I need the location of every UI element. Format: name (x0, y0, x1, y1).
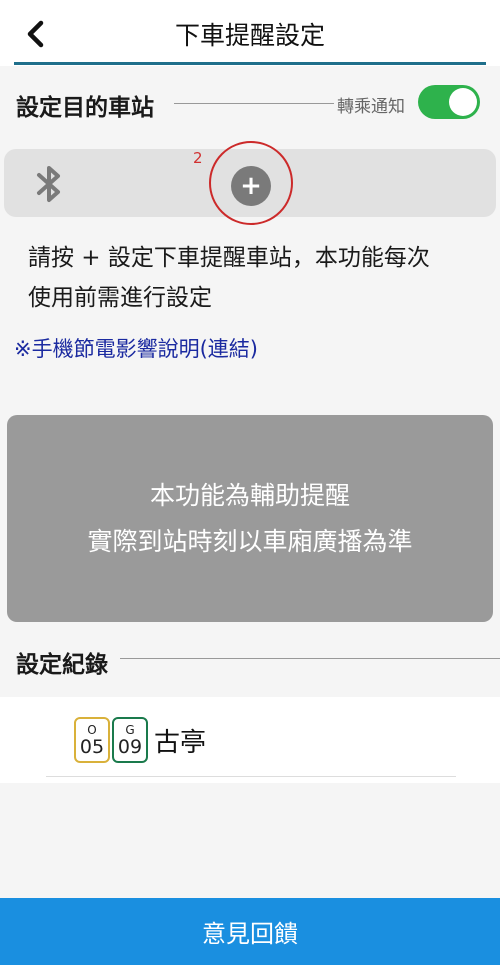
instruction-text: 請按 + 設定下車提醒車站，本功能每次 使用前需進行設定 (28, 238, 488, 318)
history-title: 設定紀錄 (16, 652, 108, 678)
instruction-line-2: 使用前需進行設定 (28, 285, 212, 311)
page-title: 下車提醒設定 (174, 21, 325, 50)
history-record[interactable]: O 05 G 09 古亭 (74, 717, 206, 763)
notice-line-2: 實際到站時刻以車廂廣播為準 (87, 526, 413, 556)
line-badge-orange: O 05 (74, 717, 110, 763)
bluetooth-icon (37, 166, 60, 202)
badge-line-code: O (87, 723, 97, 737)
feedback-button[interactable]: 意見回饋 (0, 898, 500, 965)
header-underline (14, 62, 486, 65)
record-divider (46, 776, 456, 777)
highlight-circle (209, 141, 293, 225)
notice-box: 本功能為輔助提醒 實際到站時刻以車廂廣播為準 (7, 415, 493, 622)
line-badge-green: G 09 (112, 717, 148, 763)
highlight-number: 2 (193, 149, 203, 167)
badge-line-code: G (125, 723, 135, 737)
badge-number: 05 (79, 736, 105, 758)
history-divider (120, 658, 500, 659)
toggle-knob (449, 88, 477, 116)
transfer-notification-toggle[interactable] (418, 85, 480, 119)
destination-label: 設定目的車站 (16, 95, 154, 121)
divider-line (174, 103, 334, 104)
transfer-notification-label: 轉乘通知 (337, 97, 405, 117)
history-list: O 05 G 09 古亭 (0, 697, 500, 783)
badge-number: 09 (117, 736, 143, 758)
app-header: 下車提醒設定 (0, 0, 500, 66)
instruction-line-1: 請按 + 設定下車提醒車站，本功能每次 (28, 245, 430, 271)
destination-section-header: 設定目的車站 轉乘通知 (0, 66, 500, 134)
station-name: 古亭 (154, 727, 207, 758)
notice-line-1: 本功能為輔助提醒 (149, 480, 350, 510)
power-saving-info-link[interactable]: ※手機節電影響說明(連結) (14, 333, 258, 363)
